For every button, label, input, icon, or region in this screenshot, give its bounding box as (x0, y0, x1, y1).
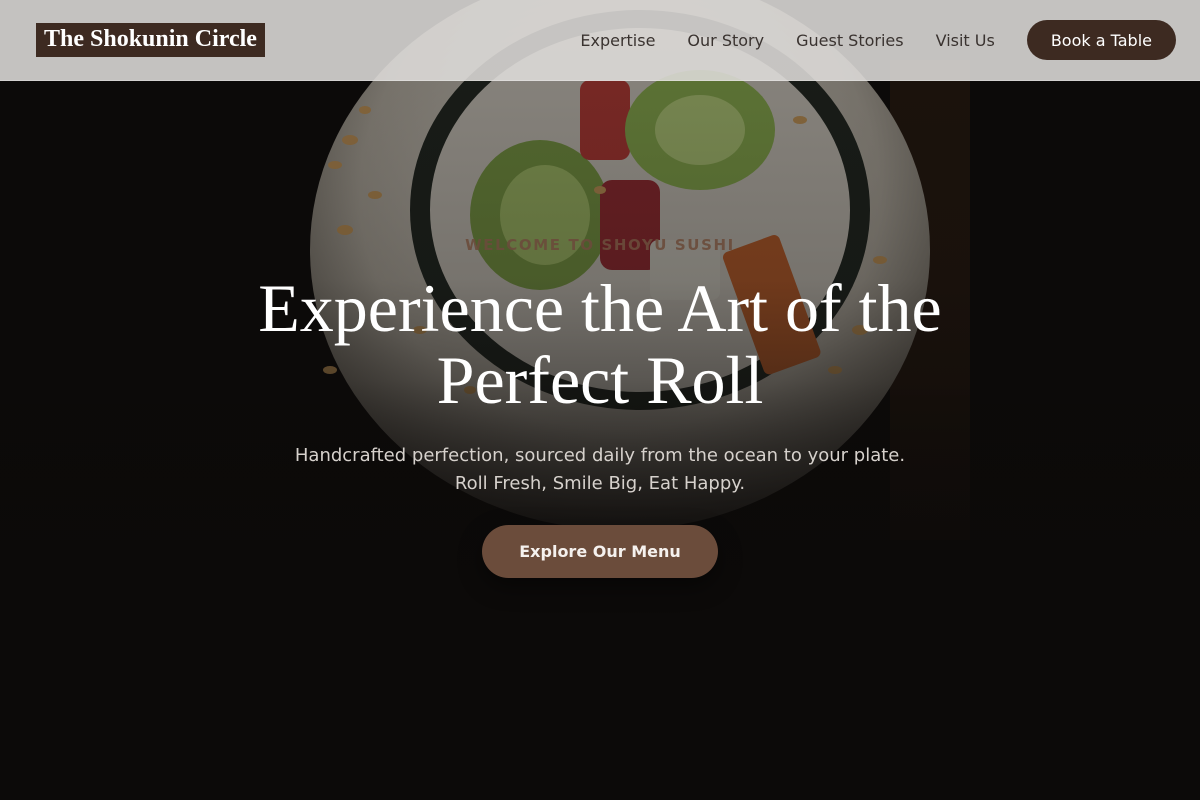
hero-subtitle-line-1: Handcrafted perfection, sourced daily fr… (294, 445, 906, 466)
hero-title-line-2: Perfect Roll (436, 342, 764, 418)
site-header: The Shokunin Circle Expertise Our Story … (0, 0, 1200, 81)
hero-title: Experience the Art of the Perfect Roll (150, 272, 1050, 416)
nav-link-guest-stories[interactable]: Guest Stories (796, 31, 904, 50)
page: The Shokunin Circle Expertise Our Story … (0, 0, 1200, 800)
hero-title-line-1: Experience the Art of the (258, 270, 942, 346)
main-nav: Expertise Our Story Guest Stories Visit … (580, 20, 1176, 60)
hero-section: WELCOME TO SHOYU SUSHI Experience the Ar… (0, 0, 1200, 800)
nav-link-visit-us[interactable]: Visit Us (936, 31, 995, 50)
explore-menu-button[interactable]: Explore Our Menu (482, 525, 718, 578)
book-table-button[interactable]: Book a Table (1026, 20, 1176, 60)
hero-subtitle: Handcrafted perfection, sourced daily fr… (200, 442, 1000, 498)
brand-logo[interactable]: The Shokunin Circle (36, 23, 265, 57)
nav-link-our-story[interactable]: Our Story (687, 31, 764, 50)
nav-link-expertise[interactable]: Expertise (580, 31, 655, 50)
hero-eyebrow: WELCOME TO SHOYU SUSHI (465, 236, 735, 254)
hero-subtitle-line-2: Roll Fresh, Smile Big, Eat Happy. (454, 473, 746, 494)
